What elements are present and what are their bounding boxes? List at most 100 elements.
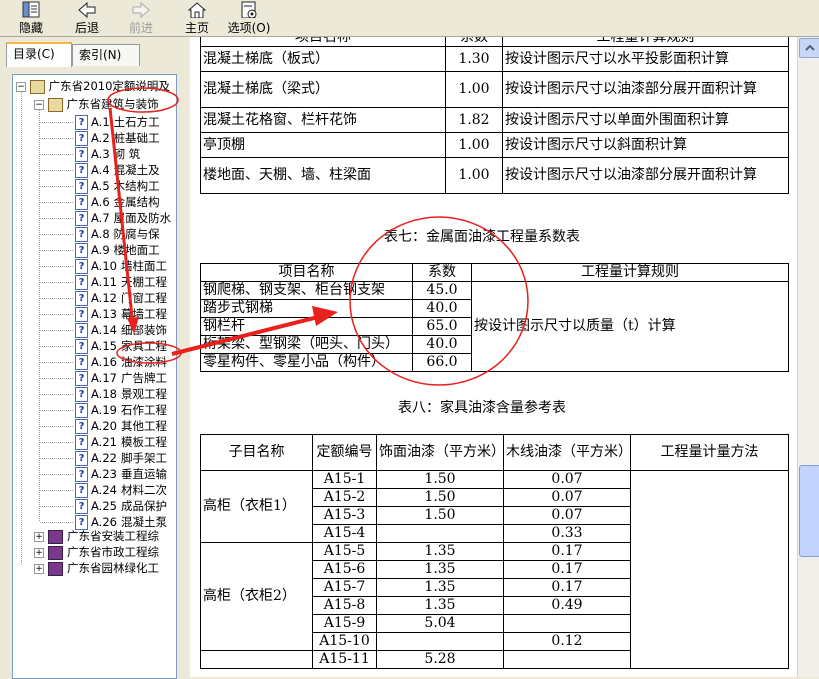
tree-item-label: 屋面及防水 xyxy=(113,211,172,225)
vertical-scrollbar[interactable] xyxy=(797,37,819,677)
hide-icon xyxy=(22,1,40,18)
tree-item-a24[interactable]: ? A.24 材料二次 xyxy=(75,482,176,499)
tree-item-a6[interactable]: ? A.6 金属结构 xyxy=(75,194,176,211)
tree-item-a23[interactable]: ? A.23 垂直运输 xyxy=(75,466,176,483)
tree-item-a21[interactable]: ? A.21 模板工程 xyxy=(75,434,176,451)
tab-index[interactable]: 索引(N) xyxy=(72,44,140,66)
table-cell: 踏步式钢梯 xyxy=(200,299,413,318)
table-cell: 混凝土梯底（板式） xyxy=(200,46,446,72)
tree-item-a10[interactable]: ? A.10 墙柱面工 xyxy=(75,258,176,275)
expand-icon[interactable]: + xyxy=(34,547,44,558)
back-arrow-icon xyxy=(78,1,96,18)
tree-book-node[interactable]: + 广东省园林绿化工 xyxy=(34,560,176,577)
scroll-thumb[interactable] xyxy=(799,465,819,557)
tree-item-a15[interactable]: ? A.15 家具工程 xyxy=(75,338,176,355)
help-page-icon: ? xyxy=(75,195,88,210)
tree-item-code: A.25 xyxy=(91,499,117,513)
help-page-icon: ? xyxy=(75,115,88,130)
tree-item-code: A.23 xyxy=(91,467,117,481)
options-button[interactable]: 选项(O) xyxy=(226,0,272,36)
tree-item-code: A.15 xyxy=(91,339,117,353)
table-cell: 1.35 xyxy=(376,596,504,615)
table-cell: A15-10 xyxy=(312,632,377,651)
tree-item-a8[interactable]: ? A.8 防腐与保 xyxy=(75,226,176,243)
tree-item-a17[interactable]: ? A.17 广告牌工 xyxy=(75,370,176,387)
tree-connector xyxy=(40,394,73,395)
table-cell: A15-2 xyxy=(312,488,377,507)
expand-icon[interactable]: + xyxy=(34,563,44,574)
tab-contents[interactable]: 目录(C) xyxy=(6,42,72,67)
tree-item-code: A.18 xyxy=(91,387,117,401)
tree-connector xyxy=(40,522,73,523)
table-cell: 45.0 xyxy=(412,281,472,300)
table-header: 子目名称 xyxy=(200,434,313,471)
tree-item-a22[interactable]: ? A.22 脚手架工 xyxy=(75,450,176,467)
collapse-icon[interactable]: − xyxy=(34,99,44,110)
forward-button[interactable]: 前进 xyxy=(124,0,158,36)
tree-root-label: 广东省2010定额说明及 xyxy=(48,79,170,93)
collapse-icon[interactable]: − xyxy=(16,81,26,92)
table-cell: A15-3 xyxy=(312,506,377,525)
tree-item-a19[interactable]: ? A.19 石作工程 xyxy=(75,402,176,419)
tree-item-a14[interactable]: ? A.14 细部装饰 xyxy=(75,322,176,339)
table-header: 饰面油漆（平方米） xyxy=(376,434,505,471)
help-page-icon: ? xyxy=(75,467,88,482)
forward-arrow-icon xyxy=(132,1,150,18)
tree-item-code: A.16 xyxy=(91,355,117,369)
table8-caption: 表八：家具油漆含量参考表 xyxy=(398,400,566,416)
tree-item-a16[interactable]: ? A.16 油漆涂料 xyxy=(75,354,176,371)
tree-connector xyxy=(40,138,73,139)
table-cell: 1.50 xyxy=(376,470,504,489)
tree-item-a9[interactable]: ? A.9 楼地面工 xyxy=(75,242,176,259)
tree-item-a20[interactable]: ? A.20 其他工程 xyxy=(75,418,176,435)
home-button[interactable]: 主页 xyxy=(180,0,214,36)
help-page-icon: ? xyxy=(75,307,88,322)
tree-item-code: A.4 xyxy=(91,163,110,177)
tree-item-a1[interactable]: ? A.1 土石方工 xyxy=(75,114,176,131)
table-row: 亭顶棚 1.00 按设计图示尺寸以斜面积计算 xyxy=(200,132,789,158)
tree-connector xyxy=(40,458,73,459)
table-header: 项目名称 xyxy=(200,263,413,282)
table-row: 混凝土花格窗、栏杆花饰 1.82 按设计图示尺寸以单面外围面积计算 xyxy=(200,107,789,133)
content-pane: 项目名称 系数 工程量计算规则 混凝土梯底（板式） 1.30 按设计图示尺寸以水平投… xyxy=(190,37,797,677)
expand-icon[interactable]: + xyxy=(34,531,44,542)
table-cell: 1.30 xyxy=(445,46,503,72)
tree-item-a11[interactable]: ? A.11 天棚工程 xyxy=(75,274,176,291)
tree-item-code: A.11 xyxy=(91,275,117,289)
tree-item-a5[interactable]: ? A.5 木结构工 xyxy=(75,178,176,195)
tree-connector xyxy=(40,410,73,411)
tree-item-a3[interactable]: ? A.3 砌 筑 xyxy=(75,146,176,163)
table-cell: A15-8 xyxy=(312,596,377,615)
tree-item-label: 其他工程 xyxy=(120,419,167,433)
hide-button[interactable]: 隐藏 xyxy=(14,0,48,36)
contents-tree[interactable]: − 广东省2010定额说明及 − 广东省建筑与装饰 ? A.1 土石方工? A.2 桩基… xyxy=(12,74,177,679)
table-cell: 66.0 xyxy=(412,353,472,372)
back-button[interactable]: 后退 xyxy=(70,0,104,36)
tree-item-code: A.12 xyxy=(91,291,117,305)
tree-item-label: 桩基础工 xyxy=(113,131,160,145)
tree-item-a18[interactable]: ? A.18 景观工程 xyxy=(75,386,176,403)
tree-book-node[interactable]: + 广东省市政工程综 xyxy=(34,544,176,561)
furniture-paint-reference-table: 子目名称 定额编号 饰面油漆（平方米） 木线油漆（平方米） 工程量计量方法 高柜… xyxy=(200,434,789,669)
tree-book-label: 广东省安装工程综 xyxy=(67,529,159,543)
tree-item-a25[interactable]: ? A.25 成品保护 xyxy=(75,498,176,515)
table-cell: 高柜（衣柜2） xyxy=(200,542,313,651)
help-page-icon: ? xyxy=(75,419,88,434)
tree-item-a2[interactable]: ? A.2 桩基础工 xyxy=(75,130,176,147)
table-header: 系数 xyxy=(412,263,472,282)
help-page-icon: ? xyxy=(75,147,88,162)
scroll-up-button[interactable] xyxy=(799,38,819,58)
tree-child-node[interactable]: − 广东省建筑与装饰 xyxy=(34,96,176,113)
tree-item-code: A.17 xyxy=(91,371,117,385)
tree-item-label: 天棚工程 xyxy=(120,275,167,289)
tree-book-node[interactable]: + 广东省安装工程综 xyxy=(34,528,176,545)
table-cell: 0.12 xyxy=(503,632,631,651)
tree-item-a4[interactable]: ? A.4 混凝土及 xyxy=(75,162,176,179)
tree-item-a13[interactable]: ? A.13 幕墙工程 xyxy=(75,306,176,323)
tree-root-node[interactable]: − 广东省2010定额说明及 xyxy=(16,78,176,95)
tree-item-a12[interactable]: ? A.12 门窗工程 xyxy=(75,290,176,307)
table-header-row: 项目名称 系数 工程量计算规则 xyxy=(200,37,789,47)
help-page-icon: ? xyxy=(75,339,88,354)
tree-item-a7[interactable]: ? A.7 屋面及防水 xyxy=(75,210,176,227)
navigation-pane: 目录(C) 索引(N) − 广东省2010定额说明及 − 广东省建筑与装饰 ? A… xyxy=(0,37,190,679)
